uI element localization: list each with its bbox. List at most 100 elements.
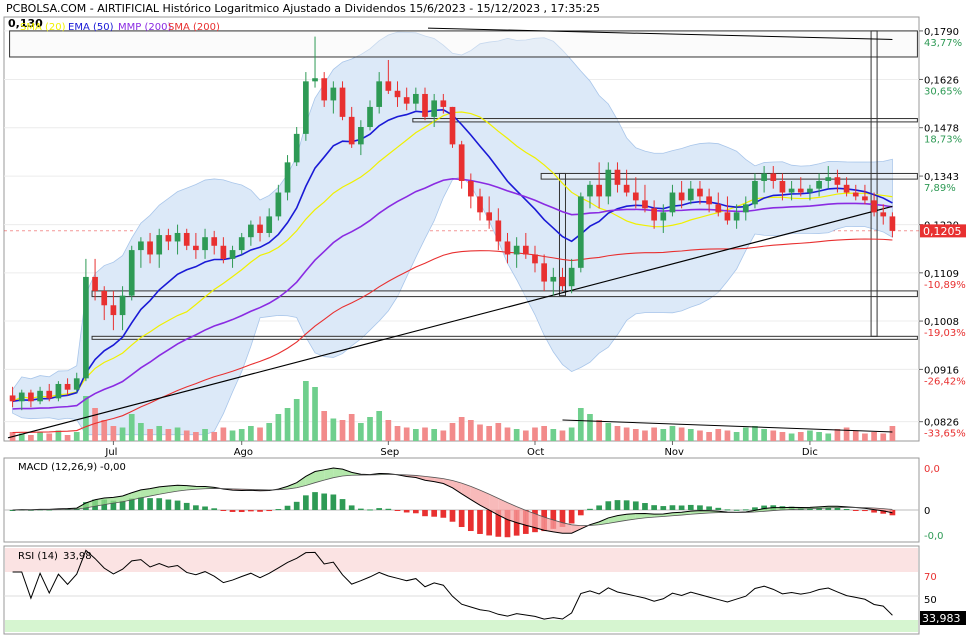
volume-bar — [871, 432, 877, 441]
candle-body — [624, 185, 630, 193]
month-label: Sep — [380, 447, 399, 458]
macd-histogram-bar — [175, 501, 181, 510]
volume-bar — [65, 435, 71, 441]
volume-bar — [780, 432, 786, 441]
macd-histogram-bar — [395, 510, 401, 511]
candle-body — [532, 254, 538, 263]
candle-body — [450, 107, 456, 144]
macd-histogram-bar — [193, 505, 199, 510]
macd-histogram-bar — [340, 499, 346, 510]
candle-body — [660, 212, 666, 220]
candle-body — [651, 208, 657, 220]
volume-bar — [422, 428, 428, 442]
candle-body — [706, 196, 712, 204]
candle-body — [321, 78, 327, 100]
volume-bar — [349, 414, 355, 441]
candle-body — [211, 237, 217, 246]
volume-bar — [120, 428, 126, 442]
macd-histogram-bar — [743, 509, 749, 510]
candle-body — [395, 91, 401, 97]
percent-tick-label: -10,89% — [924, 280, 966, 291]
volume-bar — [202, 429, 208, 441]
volume-bar — [239, 429, 245, 441]
candle-body — [65, 384, 71, 390]
volume-bar — [37, 432, 43, 441]
candle-body — [312, 78, 318, 81]
volume-bar — [156, 426, 162, 441]
macd-histogram-bar — [715, 508, 721, 510]
macd-histogram-bar — [349, 505, 355, 510]
candle-body — [523, 246, 529, 255]
candle-body — [331, 88, 337, 101]
volume-bar — [706, 432, 712, 441]
price-tick-label: 0,1008 — [924, 317, 959, 328]
candle-body — [266, 216, 272, 233]
volume-bar — [211, 432, 217, 441]
volume-bar — [74, 432, 80, 441]
candle-body — [596, 185, 602, 197]
volume-bar — [129, 414, 135, 441]
volume-bar — [468, 420, 474, 441]
volume-bar — [266, 423, 272, 441]
zone-rectangle — [10, 31, 918, 57]
stock-chart[interactable]: PCBOLSA.COM - AIRTIFICIAL Histórico Loga… — [0, 0, 970, 640]
macd-histogram-bar — [147, 498, 153, 510]
candle-body — [248, 225, 254, 238]
candle-body — [46, 391, 52, 399]
candle-body — [340, 88, 346, 117]
volume-bar — [890, 426, 896, 441]
macd-histogram-bar — [734, 510, 740, 511]
volume-bar — [184, 431, 190, 442]
candle-body — [101, 291, 107, 305]
macd-histogram-bar — [596, 505, 602, 510]
macd-axis-top: 0,0 — [924, 464, 940, 475]
month-label: Ago — [234, 447, 253, 458]
volume-bar — [367, 417, 373, 441]
price-tick-label: 0,1790 — [924, 27, 959, 38]
volume-bar — [651, 428, 657, 442]
chart-title: PCBOLSA.COM - AIRTIFICIAL Histórico Loga… — [6, 2, 600, 15]
volume-bar — [230, 431, 236, 442]
candle-body — [184, 233, 190, 246]
price-tick-label: 0,1109 — [924, 269, 959, 280]
macd-histogram-bar — [166, 500, 172, 510]
candle-body — [19, 393, 25, 402]
macd-histogram-bar — [725, 509, 731, 510]
candle-body — [486, 212, 492, 220]
candle-body — [92, 277, 98, 291]
candle-body — [725, 212, 731, 220]
volume-bar — [541, 426, 547, 441]
volume-bar — [679, 428, 685, 442]
candle-body — [807, 189, 813, 193]
volume-bar — [312, 387, 318, 441]
volume-bar — [670, 426, 676, 441]
volume-bar — [276, 414, 282, 441]
volume-bar — [816, 432, 822, 441]
volume-bar — [587, 414, 593, 441]
percent-tick-label: -33,65% — [924, 429, 966, 440]
volume-bar — [101, 420, 107, 441]
candle-body — [578, 196, 584, 267]
percent-tick-label: 18,73% — [924, 135, 962, 146]
month-label: Oct — [527, 447, 544, 458]
macd-histogram-bar — [230, 510, 236, 512]
volume-bar — [688, 429, 694, 441]
candle-body — [413, 94, 419, 104]
candle-body — [569, 268, 575, 286]
volume-bar — [734, 432, 740, 441]
macd-value: -0,00 — [100, 462, 126, 473]
candle-body — [670, 193, 676, 213]
candle-body — [276, 193, 282, 217]
candle-body — [780, 181, 786, 193]
macd-histogram-bar — [440, 510, 446, 518]
volume-bar — [486, 426, 492, 441]
macd-histogram-bar — [367, 509, 373, 510]
volume-bar — [477, 425, 483, 442]
candle-body — [587, 185, 593, 197]
volume-bar — [331, 419, 337, 442]
candle-body — [10, 395, 16, 401]
volume-bar — [46, 434, 52, 442]
volume-bar — [825, 434, 831, 442]
macd-histogram-bar — [633, 501, 639, 510]
candle-body — [83, 277, 89, 378]
